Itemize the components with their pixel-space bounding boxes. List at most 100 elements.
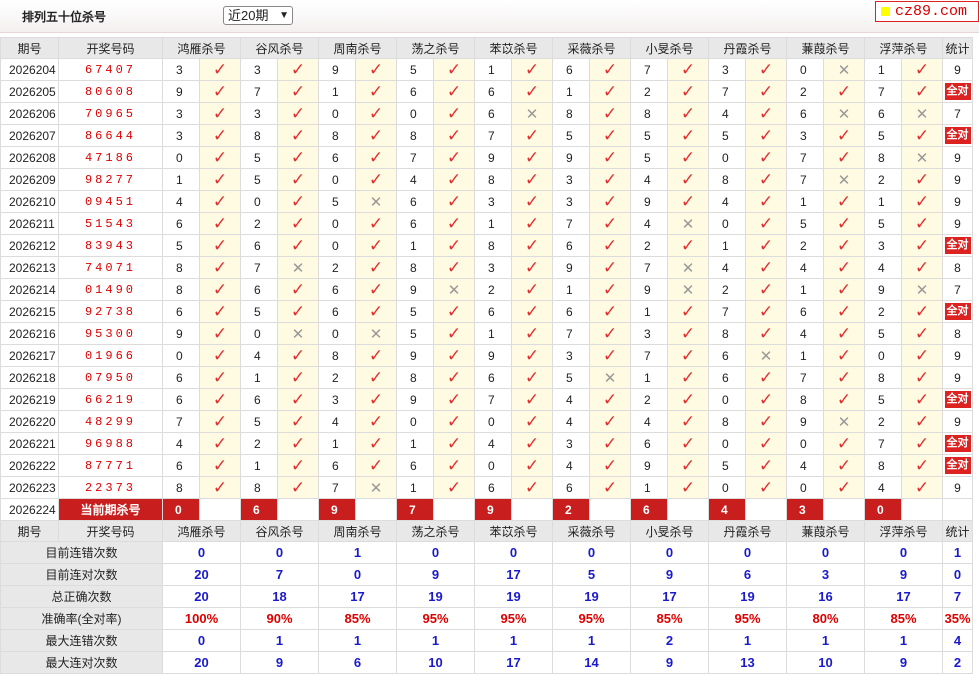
kill-number-cell: 2 [630,80,668,103]
check-icon: ✓ [823,212,865,235]
header-killer[interactable]: 采薇杀号 [552,37,631,59]
check-icon: ✓ [511,146,553,169]
stats-total: 2 [942,651,973,674]
draw-number-cell: 80608 [58,80,163,103]
header-killer[interactable]: 周南杀号 [318,37,397,59]
header-killer[interactable]: 小旻杀号 [630,520,709,542]
stat-value: 8 [954,260,961,275]
draw-number-cell: 22373 [58,476,163,499]
header-killer[interactable]: 采薇杀号 [552,520,631,542]
header-killer[interactable]: 周南杀号 [318,520,397,542]
current-kill-blank [901,498,943,521]
header-killer[interactable]: 浮萍杀号 [864,37,943,59]
check-icon: ✓ [433,234,475,257]
stats-value: 19 [474,585,553,608]
check-icon: ✓ [277,102,319,125]
check-icon: ✓ [277,410,319,433]
kill-number-cell: 6 [240,234,278,257]
header-killer[interactable]: 苯苡杀号 [474,520,553,542]
kill-number-cell: 6 [864,102,902,125]
kill-number-cell: 6 [162,300,200,323]
kill-number-cell: 6 [162,388,200,411]
kill-number-cell: 1 [318,80,356,103]
draw-number-cell: 48299 [58,410,163,433]
check-icon: ✓ [901,388,943,411]
check-icon: ✓ [277,278,319,301]
current-kill-label: 当前期杀号 [58,498,163,521]
check-icon: ✓ [355,146,397,169]
kill-number-cell: 5 [552,124,590,147]
stats-value: 0 [786,541,865,564]
check-icon: ✓ [745,58,787,81]
kill-number-cell: 0 [708,432,746,455]
period-cell: 2026215 [0,300,59,323]
header-killer[interactable]: 蒹葭杀号 [786,37,865,59]
check-icon: ✓ [667,124,709,147]
kill-number-cell: 8 [162,476,200,499]
header-killer[interactable]: 谷风杀号 [240,37,319,59]
stat-cell: 8 [942,256,973,279]
check-icon: ✓ [199,476,241,499]
kill-number-cell: 6 [318,300,356,323]
kill-number-cell: 8 [240,124,278,147]
kill-number-cell: 5 [396,58,434,81]
kill-number-cell: 2 [318,366,356,389]
draw-number-cell: 87771 [58,454,163,477]
stats-value: 3 [786,563,865,586]
header-killer[interactable]: 荡之杀号 [396,520,475,542]
check-icon: ✓ [823,366,865,389]
all-correct-badge: 全对 [944,127,971,144]
check-icon: ✓ [667,102,709,125]
header-killer[interactable]: 小旻杀号 [630,37,709,59]
check-icon: ✓ [277,124,319,147]
check-icon: ✓ [511,432,553,455]
stats-value: 100% [162,607,241,630]
check-icon: ✓ [589,234,631,257]
header-killer[interactable]: 鸿雁杀号 [162,520,241,542]
header-killer[interactable]: 苯苡杀号 [474,37,553,59]
period-range-select[interactable]: 近20期 ▼ [223,6,293,25]
kill-number-cell: 0 [162,146,200,169]
kill-number-cell: 1 [786,344,824,367]
header-period: 期号 [0,520,59,542]
header-killer[interactable]: 谷风杀号 [240,520,319,542]
current-kill-blank [433,498,475,521]
stats-value: 19 [396,585,475,608]
header-killer[interactable]: 荡之杀号 [396,37,475,59]
check-icon: ✓ [823,234,865,257]
current-kill-number: 3 [786,498,824,521]
kill-number-cell: 9 [552,256,590,279]
header-killer[interactable]: 丹霞杀号 [708,37,787,59]
check-icon: ✓ [199,278,241,301]
header-killer[interactable]: 丹霞杀号 [708,520,787,542]
header-killer[interactable]: 浮萍杀号 [864,520,943,542]
kill-number-cell: 3 [162,102,200,125]
stats-label: 最大连对次数 [0,651,163,674]
draw-number-cell: 47186 [58,146,163,169]
check-icon: ✓ [433,322,475,345]
kill-number-cell: 0 [708,146,746,169]
kill-number-cell: 8 [396,366,434,389]
header-killer[interactable]: 鸿雁杀号 [162,37,241,59]
check-icon: ✓ [745,168,787,191]
check-icon: ✓ [589,212,631,235]
stats-value: 85% [318,607,397,630]
period-cell: 2026211 [0,212,59,235]
current-period-row: 2026224 当前期杀号 0 6 9 7 9 2 6 4 3 0 [0,498,973,521]
check-icon: ✓ [199,146,241,169]
table-row: 2026214 01490 8 ✓ 6 ✓ 6 ✓ 9 ✕ 2 ✓ 1 ✓ 9 ✕ 2 ✓ 1 ✓ 9 ✕ 7 [0,278,973,301]
kill-number-cell: 8 [240,476,278,499]
check-icon: ✓ [901,454,943,477]
kill-number-cell: 6 [162,212,200,235]
kill-number-cell: 0 [474,454,512,477]
table-row: 2026220 48299 7 ✓ 5 ✓ 4 ✓ 0 ✓ 0 ✓ 4 ✓ 4 ✓ 8 ✓ 9 ✕ 2 ✓ 9 [0,410,973,433]
site-logo[interactable]: cz89.com [875,1,979,22]
check-icon: ✓ [901,432,943,455]
check-icon: ✓ [199,432,241,455]
check-icon: ✓ [823,80,865,103]
period-cell: 2026204 [0,58,59,81]
check-icon: ✓ [589,278,631,301]
header-killer[interactable]: 蒹葭杀号 [786,520,865,542]
kill-number-cell: 6 [396,454,434,477]
check-icon: ✓ [433,212,475,235]
